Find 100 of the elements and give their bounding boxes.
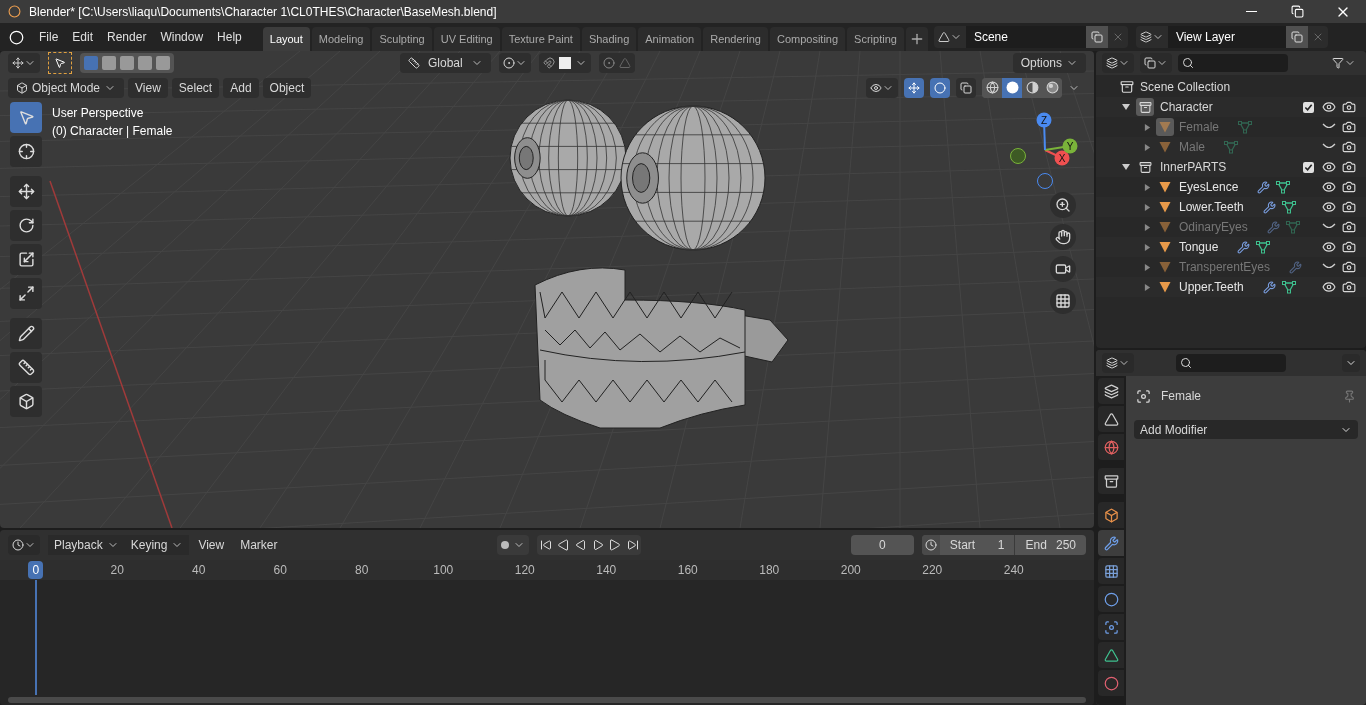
new-scene-button[interactable] [1085,26,1108,48]
render-camera-icon[interactable] [1342,260,1356,274]
expand-arrow-icon[interactable] [1144,223,1151,231]
rotate-tool-button[interactable] [10,210,42,241]
workspace-tab[interactable]: Texture Paint [501,27,580,51]
zoom-button[interactable] [1050,192,1076,218]
workspace-tab[interactable]: Shading [581,27,637,51]
material-tab[interactable] [1098,670,1124,696]
menu-item[interactable]: Edit [65,26,101,48]
render-camera-icon[interactable] [1342,100,1356,114]
scene-tab[interactable] [1098,406,1124,432]
visibility-eye-icon[interactable] [1322,180,1336,194]
horizontal-scrollbar[interactable] [8,697,1086,703]
modifiers-tab[interactable] [1098,530,1124,556]
visibility-eye-icon[interactable] [1322,100,1336,114]
render-camera-icon[interactable] [1342,160,1356,174]
viewport-menu[interactable]: View [128,77,168,98]
active-tool-button[interactable] [48,52,72,74]
hidden-eye-icon[interactable] [1322,223,1336,231]
editor-type-button[interactable] [8,535,40,555]
hidden-eye-icon[interactable] [1322,143,1336,151]
pivot-dropdown[interactable] [498,53,531,73]
scene-collection-label[interactable]: Scene Collection [1140,78,1231,96]
exclude-checkbox[interactable] [1303,161,1314,173]
exclude-checkbox[interactable] [1303,101,1314,113]
workspace-tab[interactable]: Sculpting [372,27,432,51]
particles-tab[interactable] [1098,558,1124,584]
shading-mode-button[interactable] [982,77,1002,98]
hidden-eye-icon[interactable] [1322,123,1336,131]
render-camera-icon[interactable] [1342,140,1356,154]
move-tool-button[interactable] [10,176,42,207]
gizmo-toggle[interactable] [904,77,924,98]
view-layer-field[interactable]: View Layer [1167,26,1286,48]
transform-pivot-button[interactable] [8,53,40,73]
add-cube-tool-button[interactable] [10,386,42,417]
negative-axis-handle[interactable] [1010,148,1026,164]
camera-view-button[interactable] [1050,256,1076,282]
negative-axis-handle[interactable] [1037,173,1053,189]
add-workspace-button[interactable] [905,27,928,51]
visibility-eye-icon[interactable] [1322,240,1336,254]
workspace-tab[interactable]: Compositing [769,27,846,51]
workspace-tab[interactable]: Animation [638,27,702,51]
properties-options-button[interactable] [1342,354,1360,372]
view-layer-type-button[interactable] [1135,26,1168,48]
selection-mode-group[interactable] [80,53,174,73]
preview-range-button[interactable] [921,535,940,555]
axis-handle[interactable]: Z [1036,112,1052,151]
menu-item[interactable]: Render [100,26,154,48]
start-frame-field[interactable]: Start 1 [939,535,1015,555]
timeline-dropdown[interactable]: Playback [48,535,125,555]
orientation-dropdown[interactable]: Global [400,53,491,73]
display-mode-dropdown[interactable] [1102,53,1134,73]
annotate-tool-button[interactable] [10,318,42,349]
timeline-menu[interactable]: Marker [233,535,285,555]
menu-item[interactable]: File [32,26,66,48]
expand-arrow-icon[interactable] [1144,243,1151,251]
remove-view-layer-button[interactable] [1307,26,1328,48]
outliner-search-field[interactable] [1178,54,1288,72]
expand-arrow-icon[interactable] [1144,203,1151,211]
scene-field[interactable]: Scene [965,26,1086,48]
menu-item[interactable]: Window [153,26,211,48]
scene-type-button[interactable] [933,26,966,48]
timeline-menu[interactable]: View [191,535,232,555]
app-menu-button[interactable] [9,29,24,45]
timeline-dropdown[interactable]: Keying [124,535,190,555]
disclosure-triangle-icon[interactable] [1122,163,1130,171]
pin-icon[interactable] [1343,389,1356,403]
menu-item[interactable]: Help [210,26,249,48]
3d-viewport[interactable]: X Y Z Global Options Object Mode View Select Add Object User Perspective (0) Character | Female [0,51,1094,528]
render-camera-icon[interactable] [1342,120,1356,134]
expand-arrow-icon[interactable] [1144,283,1151,291]
workspace-tab[interactable]: Modeling [311,27,371,51]
current-frame-field[interactable]: 0 [851,535,914,555]
snap-target-swatch[interactable] [558,57,571,69]
expand-arrow-icon[interactable] [1144,123,1151,131]
constraints-tab[interactable] [1098,614,1124,640]
viewport-menu[interactable]: Add [223,77,259,98]
mode-dropdown[interactable]: Object Mode [8,77,125,98]
select-tool-button[interactable] [10,102,42,133]
end-frame-field[interactable]: End 250 [1014,535,1086,555]
shading-mode-button[interactable] [1002,77,1022,98]
properties-editor-dropdown[interactable] [1102,353,1134,373]
auto-keying-button[interactable] [496,535,530,555]
pan-button[interactable] [1050,224,1076,250]
cursor-tool-button[interactable] [10,136,42,167]
data-tab[interactable] [1098,642,1124,668]
outliner-layer-dropdown[interactable] [1140,53,1172,73]
render-camera-icon[interactable] [1342,180,1356,194]
expand-arrow-icon[interactable] [1144,183,1151,191]
visibility-dropdown[interactable] [866,77,898,98]
expand-arrow-icon[interactable] [1144,263,1151,271]
hidden-eye-icon[interactable] [1322,263,1336,271]
xray-toggle[interactable] [956,77,976,98]
disclosure-triangle-icon[interactable] [1122,103,1130,111]
scale-tool-button[interactable] [10,244,42,275]
workspace-tab[interactable]: UV Editing [433,27,500,51]
world-tab[interactable] [1098,434,1124,460]
physics-tab[interactable] [1098,586,1124,612]
viewport-menu[interactable]: Object [262,77,312,98]
options-dropdown[interactable]: Options [1012,53,1086,73]
